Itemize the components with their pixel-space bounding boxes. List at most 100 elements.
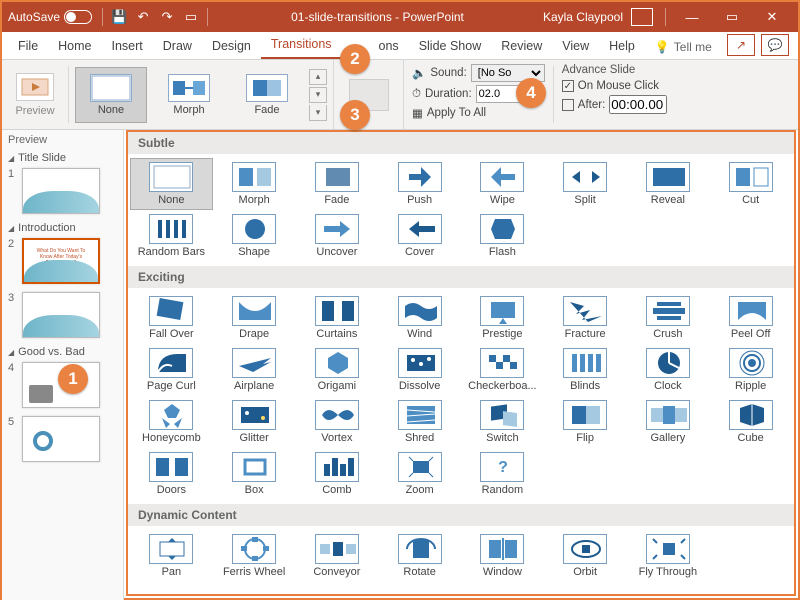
transition-fade[interactable]: Fade [296, 158, 379, 210]
after-input[interactable] [609, 95, 667, 114]
tab-draw[interactable]: Draw [153, 34, 202, 59]
slide-thumb-5[interactable]: 5 [8, 416, 117, 462]
slide-thumb-3[interactable]: 3 [8, 292, 117, 338]
transition-shred[interactable]: Shred [378, 396, 461, 448]
transition-fly-through[interactable]: Fly Through [627, 530, 710, 582]
transition-gallery[interactable]: Gallery [627, 396, 710, 448]
transition-random-bars[interactable]: Random Bars [130, 210, 213, 262]
transition-crush[interactable]: Crush [627, 292, 710, 344]
transition-label: Page Curl [147, 380, 196, 392]
duration-input[interactable] [476, 85, 522, 103]
transition-origami[interactable]: Origami [296, 344, 379, 396]
transition-comb[interactable]: Comb [296, 448, 379, 500]
slide-thumb-1[interactable]: 1 [8, 168, 117, 214]
more-icon[interactable]: ▾ [309, 105, 327, 121]
tab-view[interactable]: View [552, 34, 599, 59]
transition-cover[interactable]: Cover [378, 210, 461, 262]
share-button[interactable]: ↗ [727, 34, 755, 56]
tab-design[interactable]: Design [202, 34, 261, 59]
transition-zoom[interactable]: Zoom [378, 448, 461, 500]
transition-glitter[interactable]: Glitter [213, 396, 296, 448]
transition-box[interactable]: Box [213, 448, 296, 500]
close-button[interactable]: ✕ [752, 2, 792, 32]
transition-label: Doors [157, 484, 186, 496]
slide-thumb-2[interactable]: 2 What Do You Want ToKnow After Today'sP… [8, 238, 117, 284]
transition-fracture[interactable]: Fracture [544, 292, 627, 344]
transition-shape[interactable]: Shape [213, 210, 296, 262]
transition-peel-off[interactable]: Peel Off [709, 292, 792, 344]
transition-vortex[interactable]: Vortex [296, 396, 379, 448]
transition-random[interactable]: ?Random [461, 448, 544, 500]
tab-slideshow[interactable]: Slide Show [409, 34, 492, 59]
transition-switch[interactable]: Switch [461, 396, 544, 448]
transition-ferris-wheel[interactable]: Ferris Wheel [213, 530, 296, 582]
transition-cube[interactable]: Cube [709, 396, 792, 448]
transition-clock[interactable]: Clock [627, 344, 710, 396]
scroll-up-icon[interactable]: ▴ [309, 69, 327, 85]
transition-blinds[interactable]: Blinds [544, 344, 627, 396]
transition-page-curl[interactable]: Page Curl [130, 344, 213, 396]
transition-push[interactable]: Push [378, 158, 461, 210]
transition-curtains[interactable]: Curtains [296, 292, 379, 344]
section-introduction[interactable]: Introduction [8, 222, 117, 234]
transition-pan[interactable]: Pan [130, 530, 213, 582]
restore-button[interactable]: ▭ [712, 2, 752, 32]
transition-cut[interactable]: Cut [709, 158, 792, 210]
apply-all-button[interactable]: Apply To All [427, 107, 486, 119]
save-icon[interactable]: 💾 [109, 7, 129, 27]
scroll-down-icon[interactable]: ▾ [309, 87, 327, 103]
preview-button-icon[interactable] [16, 73, 54, 101]
transition-window[interactable]: Window [461, 530, 544, 582]
transition-wind[interactable]: Wind [378, 292, 461, 344]
transition-none[interactable]: None [75, 67, 147, 123]
toggle-off-icon[interactable] [64, 10, 92, 24]
transition-flash[interactable]: Flash [461, 210, 544, 262]
tab-home[interactable]: Home [48, 34, 101, 59]
transition-dissolve[interactable]: Dissolve [378, 344, 461, 396]
comments-button[interactable]: 💬 [761, 34, 789, 56]
tab-review[interactable]: Review [491, 34, 552, 59]
svg-text:?: ? [498, 459, 508, 476]
on-mouse-click-checkbox[interactable]: ✓ [562, 80, 574, 92]
transition-none[interactable]: None [130, 158, 213, 210]
transition-wipe[interactable]: Wipe [461, 158, 544, 210]
transition-morph[interactable]: Morph [153, 67, 225, 123]
transition-morph[interactable]: Morph [213, 158, 296, 210]
transition-prestige[interactable]: Prestige [461, 292, 544, 344]
transition-rotate[interactable]: Rotate [378, 530, 461, 582]
transition-icon [149, 400, 193, 430]
transition-ripple[interactable]: Ripple [709, 344, 792, 396]
transition-split[interactable]: Split [544, 158, 627, 210]
transition-doors[interactable]: Doors [130, 448, 213, 500]
transition-honeycomb[interactable]: Honeycomb [130, 396, 213, 448]
autosave-toggle[interactable]: AutoSave [8, 10, 92, 24]
user-avatar[interactable] [631, 8, 653, 26]
tab-transitions[interactable]: Transitions [261, 32, 342, 59]
start-from-beginning-icon[interactable]: ▭ [181, 7, 201, 27]
tab-help[interactable]: Help [599, 34, 645, 59]
redo-icon[interactable]: ↷ [157, 7, 177, 27]
gallery-section-dynamic: Dynamic Content [128, 504, 794, 526]
transition-icon [646, 296, 690, 326]
transition-uncover[interactable]: Uncover [296, 210, 379, 262]
tab-insert[interactable]: Insert [102, 34, 153, 59]
after-checkbox[interactable] [562, 99, 574, 111]
transition-fall-over[interactable]: Fall Over [130, 292, 213, 344]
tell-me-search[interactable]: 💡 Tell me [645, 35, 722, 59]
minimize-button[interactable]: — [672, 2, 712, 32]
transition-reveal[interactable]: Reveal [627, 158, 710, 210]
gallery-expand[interactable]: ▴ ▾ ▾ [309, 67, 327, 123]
transition-airplane[interactable]: Airplane [213, 344, 296, 396]
transition-checkerboa-[interactable]: Checkerboa... [461, 344, 544, 396]
transition-icon [563, 296, 607, 326]
transition-fade[interactable]: Fade [231, 67, 303, 123]
section-good-vs-bad[interactable]: Good vs. Bad [8, 346, 117, 358]
transition-flip[interactable]: Flip [544, 396, 627, 448]
transition-conveyor[interactable]: Conveyor [296, 530, 379, 582]
section-title-slide[interactable]: Title Slide [8, 152, 117, 164]
transition-orbit[interactable]: Orbit [544, 530, 627, 582]
transition-label: Fly Through [639, 566, 698, 578]
undo-icon[interactable]: ↶ [133, 7, 153, 27]
tab-file[interactable]: File [8, 34, 48, 59]
transition-drape[interactable]: Drape [213, 292, 296, 344]
